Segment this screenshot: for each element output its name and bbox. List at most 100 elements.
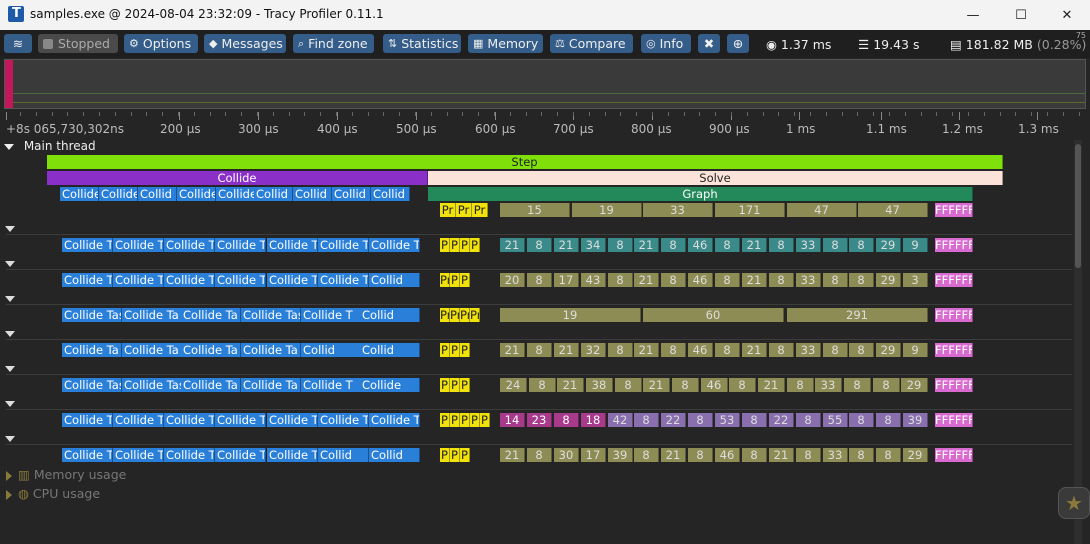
solve-task-zone[interactable]: 43: [581, 273, 606, 287]
collide-task-zone[interactable]: Collide T: [113, 238, 164, 252]
collide-task-zone[interactable]: Collide: [177, 187, 216, 201]
memory-usage-section[interactable]: ▥ Memory usage: [6, 467, 126, 482]
collide-task-zone[interactable]: Collide Ta: [164, 273, 215, 287]
collapse-triangle-icon[interactable]: [5, 296, 15, 302]
solve-task-zone[interactable]: 22: [661, 413, 686, 427]
solve-task-zone[interactable]: 17: [554, 273, 579, 287]
collide-task-zone[interactable]: Collide Ta: [181, 308, 241, 322]
solve-task-zone[interactable]: 29: [876, 273, 901, 287]
solve-task-zone[interactable]: 8: [823, 273, 848, 287]
solve-task-zone[interactable]: 29: [903, 448, 928, 462]
solve-task-zone[interactable]: 34: [581, 238, 606, 252]
solve-task-zone[interactable]: 8: [608, 238, 633, 252]
zone-solve[interactable]: Solve: [428, 171, 1003, 185]
solve-task-zone[interactable]: 291: [787, 308, 928, 322]
solve-task-zone[interactable]: 8: [823, 238, 848, 252]
messages-button[interactable]: ◆ Messages: [204, 34, 286, 53]
solve-task-zone[interactable]: 17: [581, 448, 606, 462]
collide-task-zone[interactable]: Collide T: [267, 448, 318, 462]
solve-task-zone[interactable]: 21: [500, 238, 525, 252]
solve-task-zone[interactable]: 8: [742, 413, 767, 427]
solve-task-zone[interactable]: 33: [643, 203, 713, 217]
collide-task-zone[interactable]: Collide Ta: [62, 238, 113, 252]
find-zone-button[interactable]: ⌕ Find zone: [293, 34, 374, 53]
options-button[interactable]: ⚙ Options: [124, 34, 198, 53]
collide-task-zone[interactable]: Collide Ta: [113, 273, 164, 287]
collide-task-zone[interactable]: Collide T: [301, 378, 361, 392]
time-ruler[interactable]: +8s 065,730,302ns 200 µs 300 µs 400 µs 500 µ…: [0, 112, 1090, 136]
solve-task-zone[interactable]: 21: [634, 273, 659, 287]
collide-task-zone[interactable]: Collide Ta: [215, 273, 266, 287]
solve-task-zone[interactable]: 46: [715, 448, 740, 462]
solve-task-zone[interactable]: 33: [796, 343, 821, 357]
solve-task-zone[interactable]: 8: [608, 273, 633, 287]
memory-button[interactable]: ▦ Memory: [468, 34, 543, 53]
solve-task-zone[interactable]: 21: [758, 378, 785, 392]
collide-task-zone[interactable]: Collid: [360, 343, 420, 357]
solve-task-zone[interactable]: 42: [608, 413, 633, 427]
solve-task-zone[interactable]: 33: [815, 378, 842, 392]
prepare-zone[interactable]: Pr: [450, 308, 460, 322]
stopped-button[interactable]: Stopped: [38, 34, 118, 53]
collide-task-zone[interactable]: Collide Ta: [164, 413, 215, 427]
solve-task-zone[interactable]: 38: [586, 378, 613, 392]
f-task-zone[interactable]: FFFFFF: [935, 273, 973, 287]
solve-task-zone[interactable]: 33: [796, 238, 821, 252]
solve-task-zone[interactable]: 29: [876, 343, 901, 357]
statistics-button[interactable]: ⇅ Statistics: [383, 34, 461, 53]
solve-task-zone[interactable]: 8: [688, 413, 713, 427]
collide-task-zone[interactable]: Collide: [216, 187, 255, 201]
solve-task-zone[interactable]: 21: [500, 343, 525, 357]
solve-task-zone[interactable]: 3: [903, 273, 928, 287]
f-task-zone[interactable]: FFFFFF: [935, 343, 973, 357]
cpu-usage-section[interactable]: ◍ CPU usage: [6, 486, 100, 501]
collide-task-zone[interactable]: Collide Ta: [113, 448, 164, 462]
solve-task-zone[interactable]: 47: [858, 203, 928, 217]
collide-task-zone[interactable]: Collide Ta: [62, 413, 113, 427]
solve-task-zone[interactable]: 46: [688, 238, 713, 252]
solve-task-zone[interactable]: 22: [769, 413, 794, 427]
solve-task-zone[interactable]: 8: [715, 343, 740, 357]
solve-task-zone[interactable]: 8: [796, 448, 821, 462]
collide-task-zone[interactable]: Collide Tas: [62, 448, 113, 462]
solve-task-zone[interactable]: 39: [903, 413, 928, 427]
collide-task-zone[interactable]: Collide T: [318, 413, 369, 427]
solve-task-zone[interactable]: 9: [903, 343, 928, 357]
close-button[interactable]: ✕: [1044, 0, 1090, 30]
solve-task-zone[interactable]: 21: [742, 238, 767, 252]
solve-task-zone[interactable]: 8: [527, 273, 552, 287]
collide-task-zone[interactable]: Collide Ta: [60, 187, 99, 201]
solve-task-zone[interactable]: 8: [849, 273, 874, 287]
zone-step[interactable]: Step: [47, 155, 1003, 169]
solve-task-zone[interactable]: 8: [876, 448, 901, 462]
collapse-triangle-icon[interactable]: [5, 366, 15, 372]
solve-task-zone[interactable]: 9: [903, 238, 928, 252]
prepare-zone[interactable]: P: [440, 413, 450, 427]
collide-task-zone[interactable]: Collide Ta: [181, 378, 241, 392]
solve-task-zone[interactable]: 53: [715, 413, 740, 427]
info-button[interactable]: ◎ Info: [641, 34, 691, 53]
prepare-zone[interactable]: P: [470, 413, 480, 427]
zone-graph[interactable]: Graph: [428, 187, 973, 201]
collide-task-zone[interactable]: Collide Ta: [62, 343, 122, 357]
f-task-zone[interactable]: FFFFFF: [935, 448, 973, 462]
collide-task-zone[interactable]: Collid: [369, 273, 420, 287]
prepare-zone[interactable]: P: [460, 413, 470, 427]
collide-task-zone[interactable]: Collid: [369, 448, 420, 462]
collide-task-zone[interactable]: Collid: [293, 187, 332, 201]
solve-task-zone[interactable]: 8: [873, 378, 900, 392]
solve-task-zone[interactable]: 8: [849, 413, 874, 427]
prepare-zone[interactable]: Pr: [472, 203, 488, 217]
solve-task-zone[interactable]: 8: [527, 448, 552, 462]
solve-task-zone[interactable]: 8: [849, 448, 874, 462]
collide-task-zone[interactable]: Collid: [301, 343, 361, 357]
solve-task-zone[interactable]: 8: [769, 343, 794, 357]
solve-task-zone[interactable]: 8: [661, 238, 686, 252]
solve-task-zone[interactable]: 8: [688, 448, 713, 462]
collide-task-zone[interactable]: Collide T: [215, 238, 266, 252]
solve-task-zone[interactable]: 46: [688, 343, 713, 357]
zone-collide[interactable]: Collide: [47, 171, 428, 185]
vertical-scrollbar[interactable]: [1074, 140, 1082, 544]
collide-task-zone[interactable]: Collid: [254, 187, 293, 201]
solve-task-zone[interactable]: 8: [529, 378, 556, 392]
